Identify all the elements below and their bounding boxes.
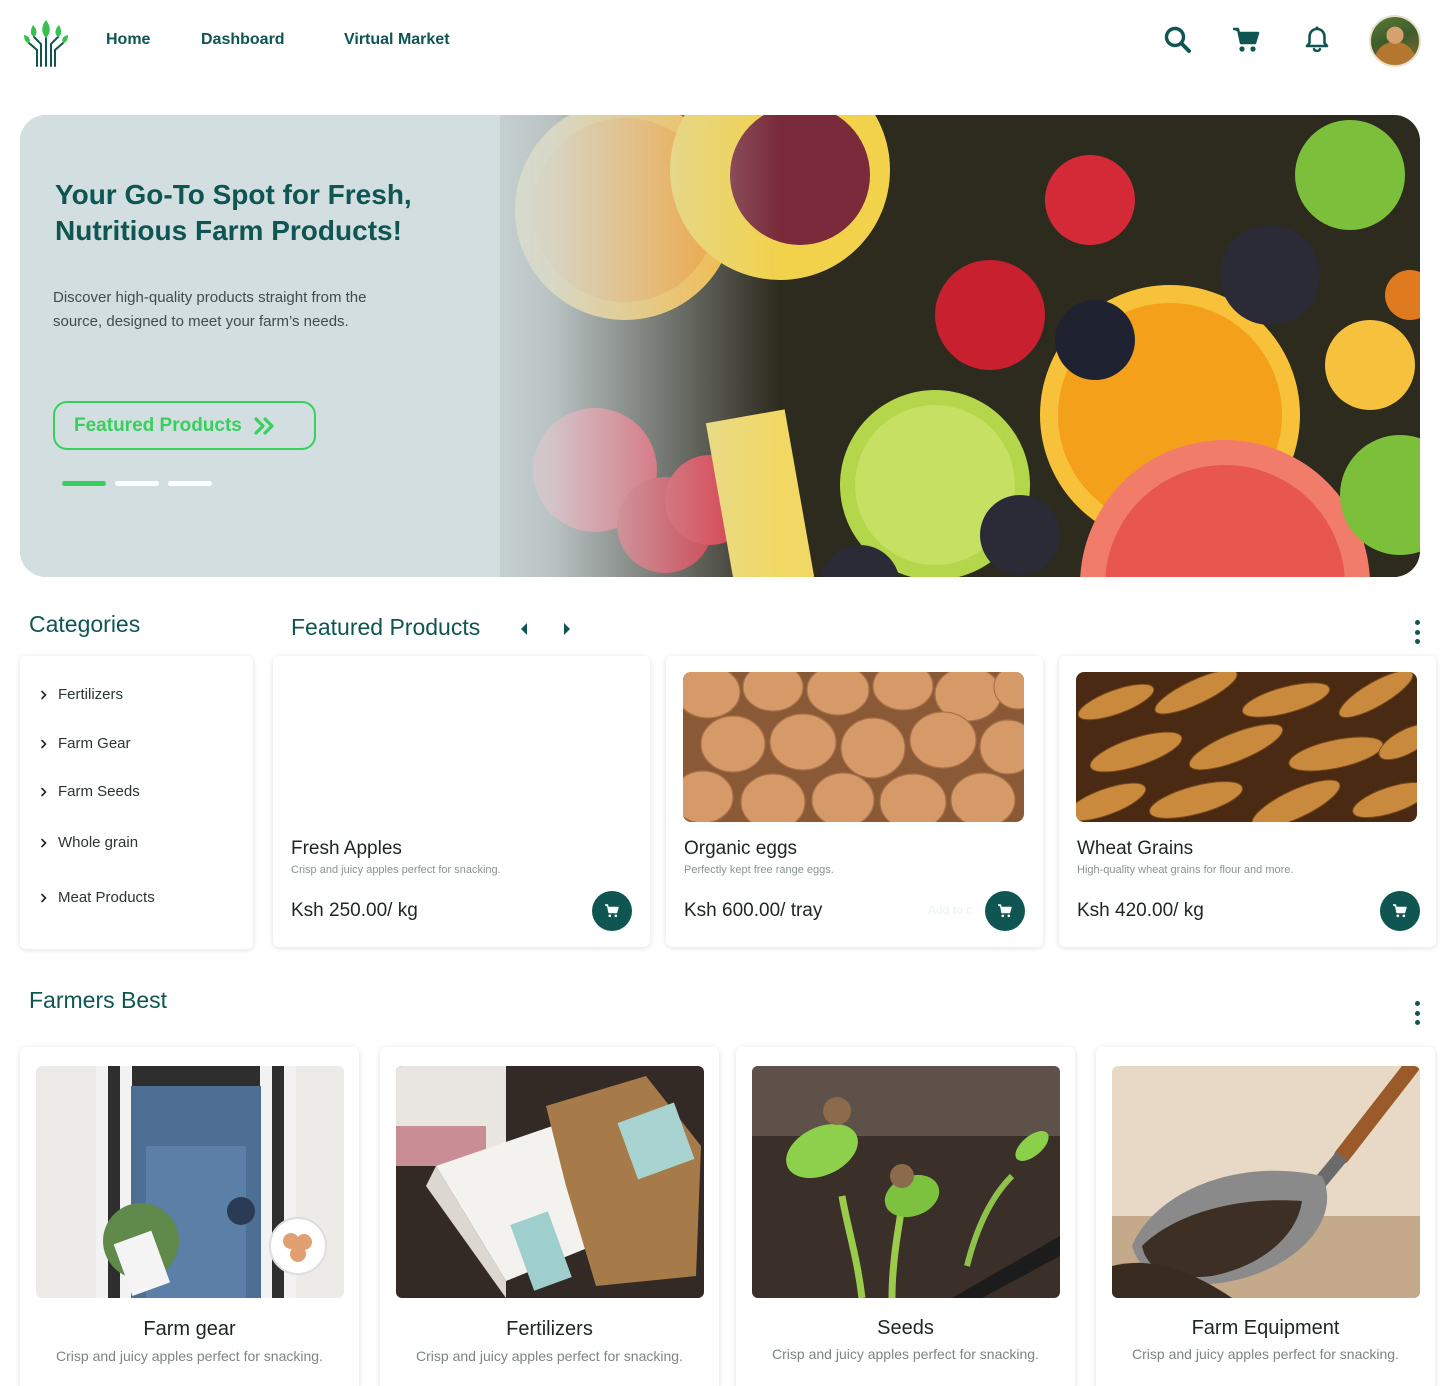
category-label: Farm Gear [58, 735, 131, 752]
best-title: Farm gear [143, 1318, 236, 1340]
product-price: Ksh 600.00/ tray [684, 900, 823, 921]
category-label: Meat Products [58, 889, 155, 906]
category-item-farm-gear[interactable]: Farm Gear [40, 735, 131, 752]
product-name: Fresh Apples [291, 838, 402, 859]
category-label: Farm Seeds [58, 783, 140, 800]
product-image-eggs [683, 672, 1024, 822]
farm-gear-image [36, 1066, 344, 1298]
product-description: Perfectly kept free range eggs. [684, 864, 834, 876]
cart-icon[interactable] [1228, 22, 1264, 58]
hero-banner: Your Go-To Spot for Fresh, Nutritious Fa… [20, 115, 1420, 577]
product-description: Crisp and juicy apples perfect for snack… [291, 864, 501, 876]
nav-virtual-market[interactable]: Virtual Market [344, 31, 450, 49]
farmers-best-title: Farmers Best [29, 987, 168, 1013]
seeds-image [752, 1066, 1060, 1298]
search-icon[interactable] [1160, 22, 1196, 58]
carousel-dot-2[interactable] [115, 481, 159, 486]
best-title: Seeds [877, 1317, 934, 1339]
best-description: Crisp and juicy apples perfect for snack… [1132, 1346, 1399, 1362]
product-description: High-quality wheat grains for flour and … [1077, 864, 1294, 876]
product-image-placeholder [290, 672, 631, 822]
product-name: Organic eggs [684, 838, 798, 859]
chevron-right-icon [40, 787, 52, 797]
product-price: Ksh 250.00/ kg [291, 900, 418, 921]
product-price: Ksh 420.00/ kg [1077, 900, 1204, 921]
add-to-cart-button[interactable] [1380, 891, 1420, 931]
best-description: Crisp and juicy apples perfect for snack… [56, 1348, 323, 1364]
categories-list: Fertilizers Farm Gear Farm Seeds Whole g… [20, 656, 253, 949]
chevron-right-icon [40, 739, 52, 749]
chevron-right-icon [40, 838, 52, 848]
product-card-fresh-apples[interactable]: Fresh Apples Crisp and juicy apples perf… [273, 656, 650, 947]
chevron-right-icon [40, 690, 52, 700]
best-title: Farm Equipment [1191, 1317, 1340, 1339]
cart-icon [1393, 904, 1407, 918]
hero-description: Discover high-quality products straight … [53, 289, 367, 330]
category-item-whole-grain[interactable]: Whole grain [40, 834, 138, 851]
farmers-best-card-fertilizers[interactable]: Fertilizers Crisp and juicy apples perfe… [380, 1047, 719, 1386]
farmers-best-card-farm-equipment[interactable]: Farm Equipment Crisp and juicy apples pe… [1096, 1047, 1435, 1386]
category-label: Whole grain [58, 834, 139, 851]
farmers-best-card-farm-gear[interactable]: Farm gear Crisp and juicy apples perfect… [20, 1047, 359, 1386]
category-label: Fertilizers [58, 686, 124, 703]
user-avatar[interactable] [1369, 15, 1421, 67]
cart-icon [605, 904, 619, 918]
carousel-dot-3[interactable] [168, 481, 212, 486]
category-item-meat-products[interactable]: Meat Products [40, 889, 155, 906]
best-description: Crisp and juicy apples perfect for snack… [772, 1346, 1039, 1362]
carousel-next-icon[interactable] [557, 619, 577, 639]
chevron-right-icon [40, 893, 52, 903]
nav-dashboard[interactable]: Dashboard [201, 31, 285, 49]
carousel-dot-1[interactable] [62, 481, 106, 486]
featured-more-options-icon[interactable] [1410, 618, 1424, 646]
brand-logo[interactable] [20, 16, 72, 68]
carousel-indicators [62, 481, 212, 486]
add-to-cart-button[interactable] [592, 891, 632, 931]
featured-products-button-label: Featured Products [74, 414, 242, 436]
farmers-best-card-seeds[interactable]: Seeds Crisp and juicy apples perfect for… [736, 1047, 1075, 1386]
product-name: Wheat Grains [1077, 838, 1194, 859]
farm-equipment-image [1112, 1066, 1420, 1298]
carousel-prev-icon[interactable] [514, 619, 534, 639]
top-navbar: Home Dashboard Virtual Market [0, 0, 1440, 86]
best-title: Fertilizers [506, 1318, 593, 1340]
farmers-best-more-options-icon[interactable] [1410, 999, 1424, 1027]
featured-products-button[interactable]: Featured Products [53, 401, 316, 450]
product-card-organic-eggs[interactable]: Organic eggs Perfectly kept free range e… [666, 656, 1043, 947]
add-to-cart-button[interactable] [985, 891, 1025, 931]
hero-title: Your Go-To Spot for Fresh, Nutritious Fa… [55, 179, 412, 246]
category-item-fertilizers[interactable]: Fertilizers [40, 686, 123, 703]
bell-icon[interactable] [1299, 22, 1335, 58]
featured-products-title: Featured Products [291, 614, 481, 640]
double-chevron-right-icon [254, 416, 276, 436]
category-item-farm-seeds[interactable]: Farm Seeds [40, 783, 140, 800]
cart-icon [998, 904, 1012, 918]
fertilizers-image [396, 1066, 704, 1298]
product-image-wheat [1076, 672, 1417, 822]
add-to-cart-hover-label: Add to c [928, 903, 973, 917]
best-description: Crisp and juicy apples perfect for snack… [416, 1348, 683, 1364]
product-card-wheat-grains[interactable]: Wheat Grains High-quality wheat grains f… [1059, 656, 1436, 947]
categories-title: Categories [29, 611, 141, 637]
nav-home[interactable]: Home [106, 31, 150, 49]
